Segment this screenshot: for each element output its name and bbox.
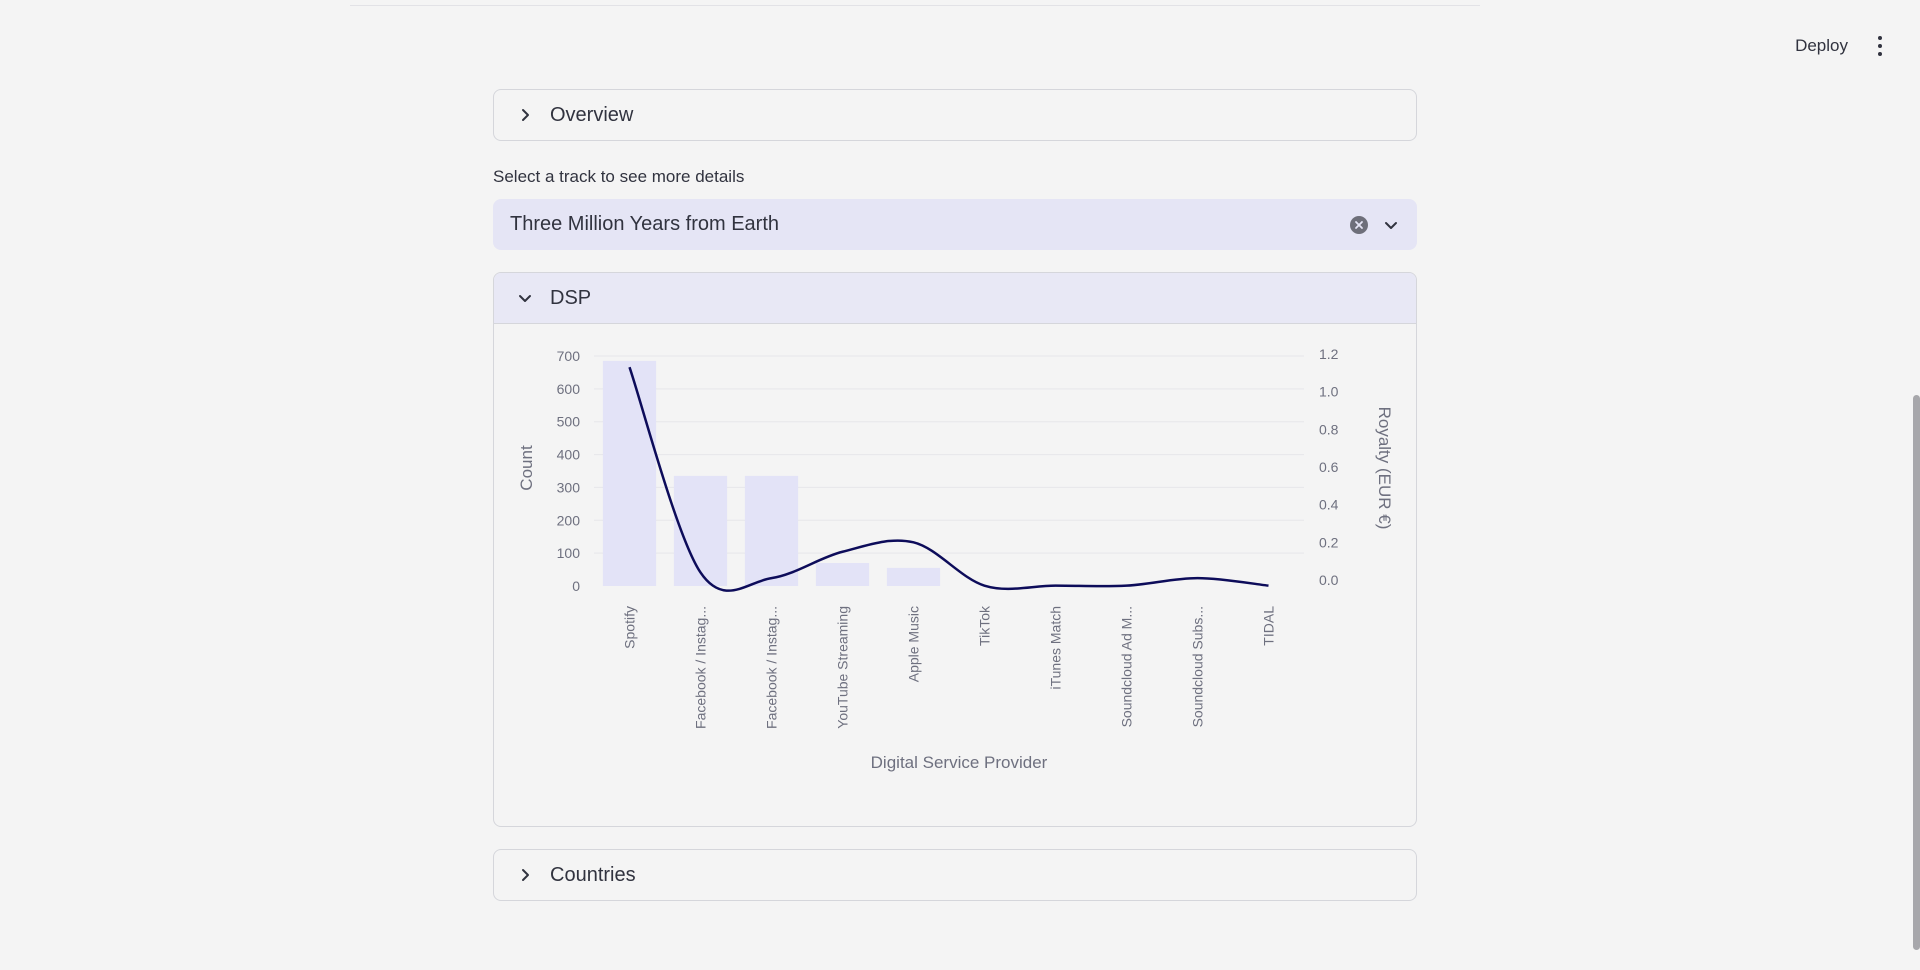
x-tick-label: Soundcloud Ad M... [1119,606,1135,727]
app-header: Deploy [1795,28,1920,64]
countries-expander: Countries [493,849,1417,901]
more-vertical-icon[interactable] [1870,31,1890,61]
y2-tick-label: 0.6 [1319,459,1339,475]
countries-title: Countries [550,863,636,886]
deploy-button[interactable]: Deploy [1795,36,1848,56]
chevron-down-icon [515,288,535,308]
x-tick-label: YouTube Streaming [835,606,851,729]
y2-tick-label: 1.0 [1319,384,1339,400]
y-tick-label: 200 [557,512,581,528]
y-axis-label: Count [517,445,536,491]
y-tick-label: 600 [557,381,581,397]
main-content: Overview Select a track to see more deta… [493,89,1417,901]
overview-expander-header[interactable]: Overview [494,90,1416,140]
track-select-value: Three Million Years from Earth [510,213,780,235]
dsp-expander: DSP 0 100 200 300 400 500 600 700 0.0 0.2 0.4 0.6 0… [493,272,1417,827]
scrollbar[interactable] [1913,395,1920,950]
x-tick-label: Facebook / Instag... [693,606,709,729]
x-tick-label: Apple Music [906,606,922,682]
y2-tick-label: 1.2 [1319,346,1339,362]
x-axis-label: Digital Service Provider [871,753,1048,772]
track-select[interactable]: Three Million Years from Earth [493,199,1417,250]
count-bar[interactable] [602,360,657,586]
y2-tick-label: 0.0 [1319,572,1339,588]
chevron-right-icon [515,865,535,885]
top-divider [350,5,1480,6]
dsp-chart: 0 100 200 300 400 500 600 700 0.0 0.2 0.4 0.6 0.8 1.… [517,346,1394,772]
clear-icon[interactable] [1350,215,1368,234]
overview-expander: Overview [493,89,1417,141]
x-tick-label: Soundcloud Subs... [1190,606,1206,727]
x-tick-label: TIDAL [1261,606,1277,646]
count-bar[interactable] [886,567,941,586]
x-tick-label: iTunes Match [1048,606,1064,690]
y2-axis-label: Royalty (EUR €) [1375,407,1394,530]
y-tick-label: 0 [572,578,580,594]
x-tick-label: Facebook / Instag... [764,606,780,729]
track-select-label: Select a track to see more details [493,167,745,186]
x-tick-label: Spotify [622,606,638,649]
chevron-right-icon [515,105,535,125]
y-tick-label: 500 [557,414,581,430]
x-tick-label: TikTok [977,605,993,646]
overview-title: Overview [550,103,634,126]
y-tick-label: 100 [557,545,581,561]
dsp-expander-header[interactable]: DSP [494,273,1416,324]
dsp-chart-container: 0 100 200 300 400 500 600 700 0.0 0.2 0.4 0.6 0.8 1.… [494,324,1416,826]
y2-tick-label: 0.2 [1319,534,1339,550]
count-bar[interactable] [744,475,799,586]
dsp-title: DSP [550,286,592,309]
countries-expander-header[interactable]: Countries [494,850,1416,900]
y-tick-label: 400 [557,447,581,463]
count-bar[interactable] [815,563,870,586]
chevron-down-icon[interactable] [1382,216,1400,234]
y2-tick-label: 0.8 [1319,421,1339,437]
y2-tick-label: 0.4 [1319,497,1339,513]
y-tick-label: 300 [557,479,581,495]
y-tick-label: 700 [557,348,581,364]
